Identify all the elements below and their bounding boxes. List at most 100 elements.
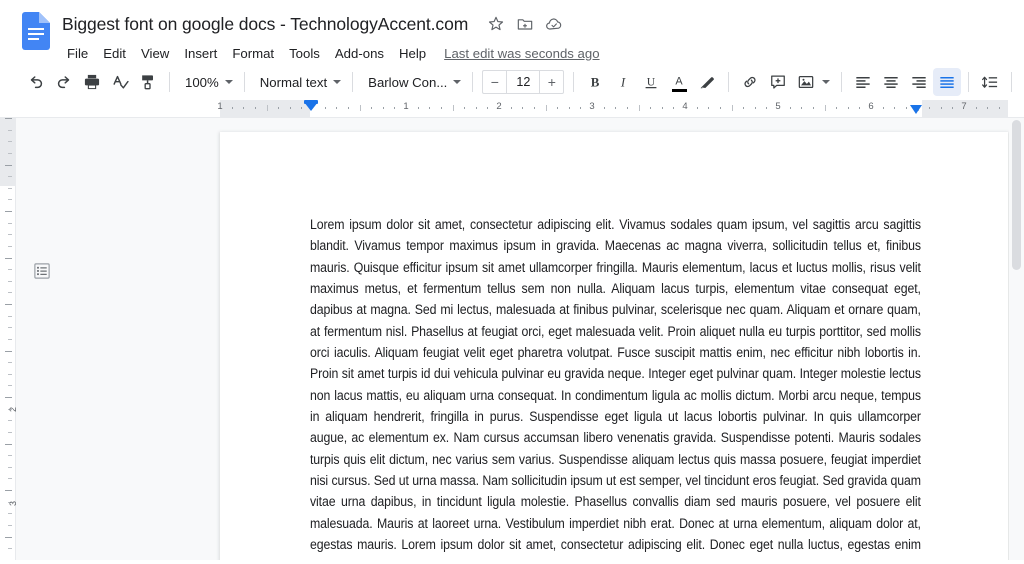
document-workspace: 2 3 Lorem ipsum dolor sit amet, consecte… xyxy=(0,118,1024,560)
text-color-button[interactable]: A xyxy=(665,68,693,96)
ruler-tick xyxy=(859,107,861,109)
ruler-tick xyxy=(301,107,303,109)
ruler-tick xyxy=(557,107,559,109)
spellcheck-icon xyxy=(113,75,129,89)
font-size-increase-button[interactable]: + xyxy=(540,70,565,94)
svg-text:B: B xyxy=(591,75,600,90)
add-comment-button[interactable] xyxy=(764,68,792,96)
ruler-tick xyxy=(615,107,617,109)
ruler-tick xyxy=(475,107,477,109)
menu-item-format[interactable]: Format xyxy=(225,44,281,63)
menu-item-file[interactable]: File xyxy=(60,44,95,63)
menu-item-tools[interactable]: Tools xyxy=(282,44,327,63)
font-size-stepper: − 12 + xyxy=(482,70,565,94)
ruler-tick xyxy=(440,107,442,109)
horizontal-ruler[interactable]: 1 1 2 3 4 5 6 7 xyxy=(0,100,1024,118)
align-justify-icon xyxy=(940,77,954,88)
align-left-button[interactable] xyxy=(849,68,877,96)
chevron-down-icon xyxy=(453,80,462,84)
checklist-button[interactable] xyxy=(1019,68,1024,96)
document-outline-icon xyxy=(34,263,50,279)
vertical-ruler-tick xyxy=(8,478,12,480)
ruler-tick xyxy=(650,107,652,109)
vertical-scrollbar[interactable] xyxy=(1009,118,1024,560)
toolbar-separator xyxy=(1011,72,1013,92)
toolbar-separator xyxy=(243,72,245,92)
scrollbar-thumb[interactable] xyxy=(1012,120,1021,270)
ruler-tick xyxy=(975,107,977,109)
font-family-dropdown[interactable]: Barlow Con... xyxy=(360,68,465,96)
spellcheck-button[interactable] xyxy=(106,68,134,96)
ruler-left-margin xyxy=(220,100,310,117)
vruler-number: 3 xyxy=(8,501,18,507)
zoom-dropdown[interactable]: 100% xyxy=(177,68,237,96)
ruler-tick xyxy=(254,107,256,109)
google-docs-logo[interactable] xyxy=(22,12,50,50)
ruler-tick xyxy=(766,107,768,109)
toolbar-separator xyxy=(352,72,354,92)
ruler-tick xyxy=(847,107,849,109)
redo-button[interactable] xyxy=(50,68,78,96)
menu-item-view[interactable]: View xyxy=(134,44,176,63)
line-spacing-button[interactable] xyxy=(976,68,1004,96)
font-size-decrease-button[interactable]: − xyxy=(482,70,507,94)
print-icon xyxy=(84,74,100,90)
menu-item-insert[interactable]: Insert xyxy=(177,44,224,63)
menu-item-add-ons[interactable]: Add-ons xyxy=(328,44,391,63)
ruler-tick xyxy=(347,107,349,109)
bold-button[interactable]: B xyxy=(581,68,609,96)
ruler-tick xyxy=(278,107,280,109)
vertical-ruler-tick xyxy=(8,420,12,422)
undo-icon xyxy=(30,76,43,89)
paint-format-button[interactable] xyxy=(134,68,162,96)
right-indent-marker[interactable] xyxy=(910,105,922,114)
ruler-tick xyxy=(998,107,1000,109)
menu-item-edit[interactable]: Edit xyxy=(96,44,133,63)
redo-icon xyxy=(57,76,70,89)
ruler-tick xyxy=(754,107,756,109)
document-outline-button[interactable] xyxy=(30,259,54,283)
vruler-number: 2 xyxy=(8,407,18,413)
cloud-saved-icon[interactable] xyxy=(544,14,564,34)
vertical-ruler-tick xyxy=(5,164,12,166)
menu-bar: File Edit View Insert Format Tools Add-o… xyxy=(58,41,1024,65)
paragraph-style-dropdown[interactable]: Normal text xyxy=(252,68,345,96)
menu-item-help[interactable]: Help xyxy=(392,44,433,63)
ruler-number: 6 xyxy=(868,101,874,112)
insert-link-button[interactable] xyxy=(736,68,764,96)
align-center-button[interactable] xyxy=(877,68,905,96)
vertical-ruler-tick xyxy=(5,350,12,352)
ruler-tick xyxy=(882,107,884,109)
underline-button[interactable]: U xyxy=(637,68,665,96)
italic-button[interactable]: I xyxy=(609,68,637,96)
vertical-ruler[interactable]: 2 3 xyxy=(0,118,18,560)
ruler-tick xyxy=(580,107,582,109)
vertical-ruler-tick xyxy=(8,431,12,433)
ruler-tick xyxy=(696,107,698,109)
last-edit-status[interactable]: Last edit was seconds ago xyxy=(444,46,599,61)
vertical-ruler-tick xyxy=(5,257,12,259)
ruler-tick xyxy=(382,107,384,109)
highlight-color-button[interactable] xyxy=(693,68,721,96)
document-page[interactable]: Lorem ipsum dolor sit amet, consectetur … xyxy=(220,132,1008,560)
document-body[interactable]: Lorem ipsum dolor sit amet, consectetur … xyxy=(310,214,921,560)
align-justify-button[interactable] xyxy=(933,68,962,96)
align-left-icon xyxy=(856,77,870,88)
align-right-button[interactable] xyxy=(905,68,933,96)
vertical-ruler-tick xyxy=(8,455,12,457)
ruler-tick xyxy=(708,107,710,109)
print-button[interactable] xyxy=(78,68,106,96)
star-icon[interactable] xyxy=(486,14,506,34)
vertical-ruler-tick xyxy=(8,385,12,387)
document-paragraph[interactable]: Lorem ipsum dolor sit amet, consectetur … xyxy=(310,214,921,560)
chevron-down-icon xyxy=(333,80,342,84)
font-size-input[interactable]: 12 xyxy=(506,70,541,94)
align-center-icon xyxy=(884,77,898,88)
undo-button[interactable] xyxy=(22,68,50,96)
move-to-folder-icon[interactable] xyxy=(515,14,535,34)
insert-image-dropdown[interactable] xyxy=(792,68,834,96)
text-color-icon: A xyxy=(676,75,684,87)
left-indent-marker[interactable] xyxy=(304,100,318,111)
document-title[interactable]: Biggest font on google docs - Technology… xyxy=(58,12,472,37)
ruler-tick xyxy=(905,107,907,109)
